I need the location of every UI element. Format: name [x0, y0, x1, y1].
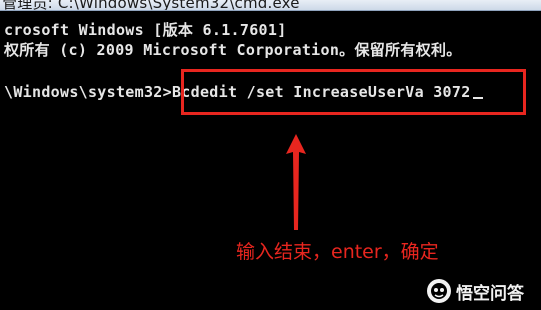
console-line-copyright: 权所有 (c) 2009 Microsoft Corporation。保留所有权… [4, 41, 462, 59]
console-prompt: \Windows\system32> [4, 83, 172, 101]
up-arrow-icon [286, 134, 306, 230]
window-title: 管理员: C:\Windows\System32\cmd.exe [2, 0, 300, 11]
command-highlight-box [181, 69, 526, 115]
watermark: 悟空问答 [426, 277, 524, 305]
console-line-version: crosoft Windows [版本 6.1.7601] [4, 21, 287, 39]
watermark-text: 悟空问答 [456, 283, 524, 304]
window-titlebar[interactable]: 管理员: C:\Windows\System32\cmd.exe [0, 0, 541, 11]
wukong-logo-icon [427, 279, 451, 303]
instruction-annotation: 输入结束，enter，确定 [236, 241, 439, 263]
